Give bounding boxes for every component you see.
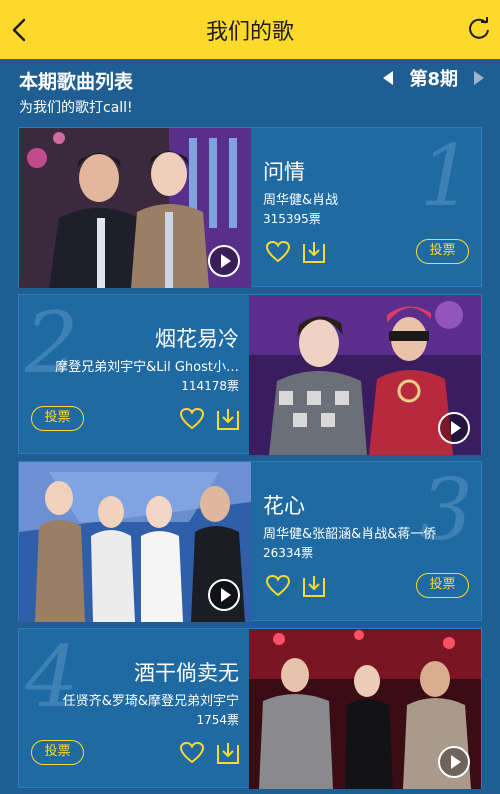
download-icon[interactable]	[301, 240, 327, 264]
song-artists: 任贤齐&罗琦&摩登兄弟刘宇宁	[62, 694, 239, 709]
play-icon[interactable]	[207, 244, 241, 278]
top-bar: 我们的歌	[0, 0, 500, 59]
heart-icon[interactable]	[265, 574, 291, 598]
song-title: 问情	[263, 160, 305, 184]
song-card[interactable]: 2 烟花易冷 摩登兄弟刘宇宁&Lil Ghost小… 114178票 投票	[18, 294, 482, 455]
vote-count: 315395票	[263, 212, 321, 226]
song-title: 花心	[263, 494, 305, 518]
song-card[interactable]: 1 问情 周华健&肖战 315395票 投票	[18, 127, 482, 288]
song-photo[interactable]	[249, 629, 481, 789]
play-icon[interactable]	[437, 411, 471, 445]
song-title: 酒干倘卖无	[134, 661, 239, 685]
song-card[interactable]: 4 酒干倘卖无 任贤齐&罗琦&摩登兄弟刘宇宁 1754票 投票	[18, 628, 482, 789]
song-photo[interactable]	[19, 462, 251, 622]
vote-count: 1754票	[196, 713, 239, 727]
vote-count: 26334票	[263, 546, 314, 560]
song-card[interactable]: 3 花心 周华健&张韶涵&肖战&蒋一侨 26334票 投票	[18, 461, 482, 622]
play-icon[interactable]	[207, 578, 241, 612]
song-artists: 周华健&肖战	[263, 193, 339, 208]
song-info: 3 花心 周华健&张韶涵&肖战&蒋一侨 26334票 投票	[249, 462, 481, 622]
song-artists: 摩登兄弟刘宇宁&Lil Ghost小…	[55, 360, 239, 375]
period-selector: 第8期	[381, 67, 486, 90]
section-header: 本期歌曲列表 为我们的歌打call! 第8期	[0, 59, 500, 127]
period-label: 第8期	[409, 69, 458, 90]
section-subtitle: 为我们的歌打call!	[19, 100, 133, 116]
next-period-icon[interactable]	[472, 69, 486, 87]
prev-period-icon[interactable]	[381, 69, 395, 87]
refresh-icon[interactable]	[464, 14, 494, 44]
heart-icon[interactable]	[179, 741, 205, 765]
vote-button[interactable]: 投票	[416, 573, 469, 598]
rank-number: 1	[419, 127, 473, 225]
play-icon[interactable]	[437, 745, 471, 779]
vote-button[interactable]: 投票	[416, 239, 469, 264]
heart-icon[interactable]	[179, 407, 205, 431]
song-photo[interactable]	[249, 295, 481, 455]
download-icon[interactable]	[301, 574, 327, 598]
song-photo[interactable]	[19, 128, 251, 288]
heart-icon[interactable]	[265, 240, 291, 264]
song-artists: 周华健&张韶涵&肖战&蒋一侨	[263, 527, 437, 542]
vote-count: 114178票	[181, 379, 239, 393]
vote-button[interactable]: 投票	[31, 740, 84, 765]
song-info: 4 酒干倘卖无 任贤齐&罗琦&摩登兄弟刘宇宁 1754票 投票	[19, 629, 251, 789]
song-title: 烟花易冷	[155, 327, 239, 351]
section-title: 本期歌曲列表	[19, 71, 134, 93]
vote-button[interactable]: 投票	[31, 406, 84, 431]
download-icon[interactable]	[215, 741, 241, 765]
song-info: 2 烟花易冷 摩登兄弟刘宇宁&Lil Ghost小… 114178票 投票	[19, 295, 251, 455]
download-icon[interactable]	[215, 407, 241, 431]
page-title: 我们的歌	[205, 20, 294, 45]
song-info: 1 问情 周华健&肖战 315395票 投票	[249, 128, 481, 288]
